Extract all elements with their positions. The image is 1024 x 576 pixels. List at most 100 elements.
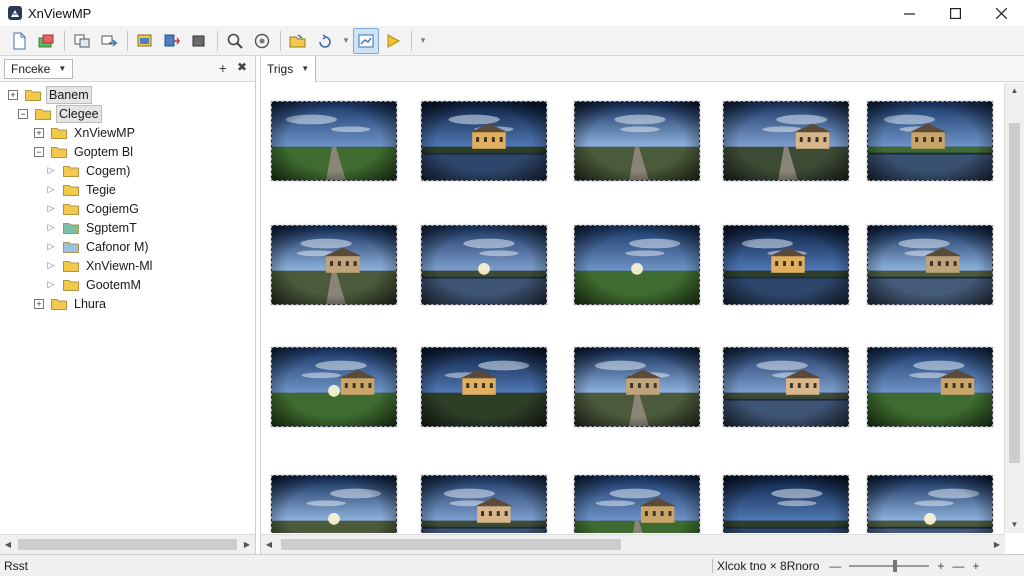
thumbnail-mansion-road[interactable] [271,225,397,305]
slideshow-button[interactable] [132,28,158,54]
expand-icon[interactable]: + [34,298,44,309]
convert-icon [164,34,180,46]
crop-button[interactable] [186,28,212,54]
thumbnail-image [271,347,397,427]
scroll-down-icon[interactable]: ▼ [1005,517,1024,533]
thumbnail-canal-trees[interactable] [723,475,849,533]
scroll-left-icon[interactable]: ◀ [0,540,16,549]
tree-item[interactable]: ▷ SgptemT [46,218,139,237]
copy-button[interactable] [69,28,95,54]
tree-item[interactable]: + Lhura [34,294,108,313]
browser-hscrollbar[interactable]: ◀ ▶ [261,534,1005,554]
folders-panel: Fnceke ▼ + ✖ + Banem − Clegee + XnViewMP − Gopt… [0,56,256,554]
thumbnail-mansion-trees[interactable] [867,347,993,427]
tree-item[interactable]: + Banem [8,85,92,104]
zoom-reset-icon[interactable]: — [952,559,964,573]
minimize-button[interactable] [886,0,932,26]
browser-dropdown[interactable]: Trigs ▼ [261,55,317,82]
thumbnail-lake-dusk[interactable] [421,225,547,305]
expand-arrow-icon[interactable]: ▷ [46,260,56,271]
folder-icon [63,184,79,196]
expand-arrow-icon[interactable]: ▷ [46,184,56,195]
thumbnail-tower-reflect[interactable] [867,225,993,305]
expand-arrow-icon[interactable]: ▷ [46,165,56,176]
tree-item[interactable]: ▷ Cafonor M) [46,237,151,256]
close-button[interactable] [978,0,1024,26]
tree-item[interactable]: − Clegee [18,104,102,123]
thumbnail-mansion-sun[interactable] [271,347,397,427]
folder-icon [63,165,79,177]
expand-arrow-icon[interactable]: ▷ [46,279,56,290]
expand-arrow-icon[interactable]: ▷ [46,241,56,252]
zoom-slider[interactable] [849,560,930,572]
thumbnail-field-sunset[interactable] [574,225,700,305]
thumbnail-canal-dusk[interactable] [867,475,993,533]
rotate-button[interactable] [312,28,338,54]
thumbnail-mansion-front[interactable] [421,347,547,427]
crop-icon [192,35,205,46]
folders-dropdown[interactable]: Fnceke ▼ [4,58,74,79]
thumbnail-mansion-water[interactable] [723,347,849,427]
chevron-down-icon: ▼ [58,64,67,73]
thumbnail-image [421,347,547,427]
new-button[interactable] [6,28,32,54]
thumbnail-castle-water[interactable] [867,101,993,181]
thumbnail-image [867,225,993,305]
scroll-thumb[interactable] [18,539,237,550]
folder-icon [25,89,41,101]
thumbnail-castle-reflect[interactable] [723,225,849,305]
tree-item-label: Cafonor M) [86,239,149,254]
thumbnail-castle-lake[interactable] [421,475,547,533]
thumbnail-house-road[interactable] [723,101,849,181]
expand-icon[interactable]: + [8,89,18,100]
zoom-slider-knob[interactable] [893,560,898,572]
thumbnail-image [867,347,993,427]
tree-item[interactable]: + XnViewMP [34,123,137,142]
tree-item[interactable]: ▷ Tegie [46,180,118,199]
hscroll-thumb[interactable] [281,539,621,550]
zoom-out-icon[interactable]: — [829,559,841,573]
thumbnail-river-tower[interactable] [421,101,547,181]
browser-vscrollbar[interactable]: ▲ ▼ [1004,83,1024,533]
browse-button[interactable] [33,28,59,54]
more-dropdown-icon[interactable]: ▾ [416,28,430,54]
zoom-max-icon[interactable]: + [972,559,979,573]
expand-icon[interactable]: + [34,127,44,138]
pin-icon[interactable]: ✖ [237,60,247,76]
zoom-in-icon[interactable]: + [937,559,944,573]
tree-item-label: Tegie [86,182,116,197]
folders-hscrollbar[interactable]: ◀ ▶ [0,534,255,554]
thumbnail-image [574,225,700,305]
expand-arrow-icon[interactable]: ▷ [46,222,56,233]
scroll-up-icon[interactable]: ▲ [1005,83,1024,99]
vscroll-thumb[interactable] [1009,123,1020,463]
thumbnail-field-road[interactable] [271,101,397,181]
search-button[interactable] [222,28,248,54]
scroll-left-icon[interactable]: ◀ [261,540,277,549]
thumbnail-field-sun[interactable] [271,475,397,533]
scroll-right-icon[interactable]: ▶ [239,540,255,549]
zoom-status-text: Xlcok tno × 8Rnoro [712,559,819,573]
open-folder-button[interactable] [285,28,311,54]
thumbnail-road-clouds[interactable] [574,101,700,181]
scroll-right-icon[interactable]: ▶ [989,540,1005,549]
view-button[interactable] [353,27,379,54]
tree-item[interactable]: ▷ GootemM [46,275,143,294]
maximize-button[interactable] [932,0,978,26]
play-button[interactable] [380,28,406,54]
tree-item[interactable]: ▷ CogiemG [46,199,141,218]
tree-item[interactable]: ▷ Cogem) [46,161,132,180]
folders-panel-header: Fnceke ▼ + ✖ [0,56,255,82]
rotate-dropdown-icon[interactable]: ▾ [339,28,353,54]
tree-item[interactable]: ▷ XnViewn-Ml [46,256,154,275]
collapse-icon[interactable]: − [18,108,28,119]
move-button[interactable] [96,28,122,54]
tree-item[interactable]: − Goptem Bl [34,142,135,161]
collapse-icon[interactable]: − [34,146,44,157]
thumbnail-mansion-path[interactable] [574,347,700,427]
thumbnail-house-road2[interactable] [574,475,700,533]
settings-button[interactable] [249,28,275,54]
convert-button[interactable] [159,28,185,54]
expand-arrow-icon[interactable]: ▷ [46,203,56,214]
add-icon[interactable]: + [219,60,227,76]
